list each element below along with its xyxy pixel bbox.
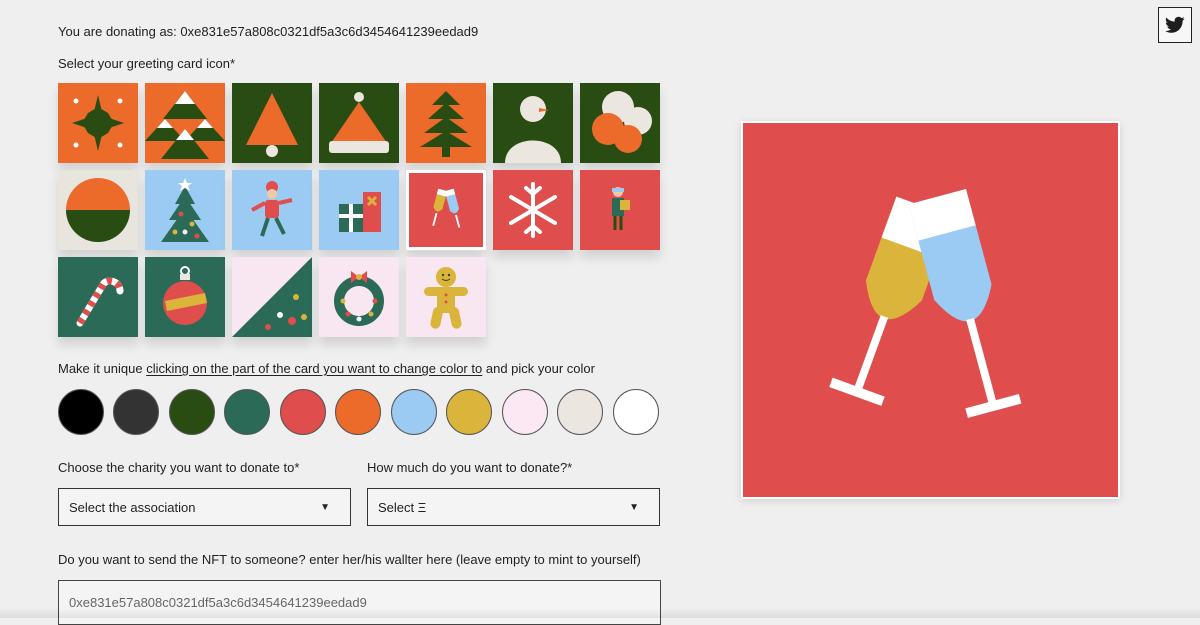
instructions-link[interactable]: clicking on the part of the card you wan… bbox=[146, 361, 482, 376]
instructions-suffix: and pick your color bbox=[485, 361, 595, 376]
gift-icon bbox=[339, 192, 381, 232]
instructions-prefix: Make it unique bbox=[58, 361, 143, 376]
icon-card-tree-bell[interactable] bbox=[232, 83, 312, 163]
amount-label: How much do you want to donate?* bbox=[367, 460, 573, 475]
twitter-button[interactable] bbox=[1158, 7, 1192, 43]
icon-card-candy-cane[interactable] bbox=[58, 257, 138, 337]
swatch-teal[interactable] bbox=[224, 389, 270, 435]
swatch-dark-gray[interactable] bbox=[113, 389, 159, 435]
champagne-icon bbox=[432, 188, 461, 228]
swatch-white[interactable] bbox=[613, 389, 659, 435]
charity-select-value: Select the association bbox=[69, 499, 196, 515]
icon-card-snowflake[interactable] bbox=[493, 170, 573, 250]
twitter-icon bbox=[1165, 16, 1185, 33]
recipient-label: Do you want to send the NFT to someone? … bbox=[58, 552, 641, 567]
decorated-tree-icon bbox=[161, 178, 209, 242]
swatch-pink[interactable] bbox=[502, 389, 548, 435]
dropdown-arrow-icon: ▼ bbox=[629, 501, 639, 513]
color-swatches bbox=[58, 389, 668, 437]
color-instructions: Make it unique clicking on the part of t… bbox=[58, 361, 595, 376]
swatch-gold[interactable] bbox=[446, 389, 492, 435]
star-icon bbox=[72, 95, 124, 151]
icon-card-champagne-glasses[interactable] bbox=[406, 170, 486, 250]
icon-card-kid-with-gift[interactable] bbox=[580, 170, 660, 250]
sunset-icon bbox=[66, 178, 130, 242]
icon-card-snowman[interactable] bbox=[493, 83, 573, 163]
elf-icon bbox=[251, 181, 293, 237]
kid-icon bbox=[612, 187, 630, 230]
candy-cane-icon bbox=[76, 277, 124, 327]
icon-card-star[interactable] bbox=[58, 83, 138, 163]
santa-hat-icon bbox=[329, 92, 389, 153]
wreath-icon bbox=[334, 271, 384, 326]
swatch-dark-green[interactable] bbox=[169, 389, 215, 435]
champagne-preview-icon bbox=[829, 188, 1022, 418]
icon-card-circles[interactable] bbox=[580, 83, 660, 163]
icon-card-diagonal-tree[interactable] bbox=[232, 257, 312, 337]
card-preview[interactable] bbox=[741, 121, 1120, 499]
bottom-shadow bbox=[0, 608, 1200, 618]
diagonal-tree-icon bbox=[232, 257, 312, 337]
swatch-black[interactable] bbox=[58, 389, 104, 435]
icon-card-elf[interactable] bbox=[232, 170, 312, 250]
tree-icon bbox=[246, 93, 298, 157]
mountain-icon bbox=[145, 91, 225, 159]
ornament-icon bbox=[163, 266, 207, 325]
icon-card-gingerbread[interactable] bbox=[406, 257, 486, 337]
charity-label: Choose the charity you want to donate to… bbox=[58, 460, 300, 475]
icon-section-title: Select your greeting card icon* bbox=[58, 56, 236, 71]
icon-card-sunset[interactable] bbox=[58, 170, 138, 250]
swatch-red[interactable] bbox=[280, 389, 326, 435]
icon-card-snowy-mountain[interactable] bbox=[145, 83, 225, 163]
recipient-wallet-input[interactable] bbox=[58, 580, 661, 625]
donor-address: You are donating as: 0xe831e57a808c0321d… bbox=[58, 24, 479, 39]
swatch-light-blue[interactable] bbox=[391, 389, 437, 435]
dropdown-arrow-icon: ▼ bbox=[320, 501, 330, 513]
swatch-orange[interactable] bbox=[335, 389, 381, 435]
snowman-icon bbox=[505, 96, 561, 163]
amount-select[interactable]: Select Ξ ▼ bbox=[367, 488, 660, 526]
icon-card-layered-tree[interactable] bbox=[406, 83, 486, 163]
icon-card-decorated-tree[interactable] bbox=[145, 170, 225, 250]
circles-icon bbox=[592, 91, 652, 153]
charity-select[interactable]: Select the association ▼ bbox=[58, 488, 351, 526]
snowflake-icon bbox=[509, 182, 557, 238]
icon-grid bbox=[58, 83, 668, 339]
icon-card-santa-hat[interactable] bbox=[319, 83, 399, 163]
gingerbread-icon bbox=[424, 267, 468, 329]
swatch-cream[interactable] bbox=[557, 389, 603, 435]
amount-select-value: Select Ξ bbox=[378, 499, 427, 515]
layered-tree-icon bbox=[420, 91, 472, 157]
icon-card-wreath[interactable] bbox=[319, 257, 399, 337]
icon-card-gifts[interactable] bbox=[319, 170, 399, 250]
icon-card-ornament[interactable] bbox=[145, 257, 225, 337]
